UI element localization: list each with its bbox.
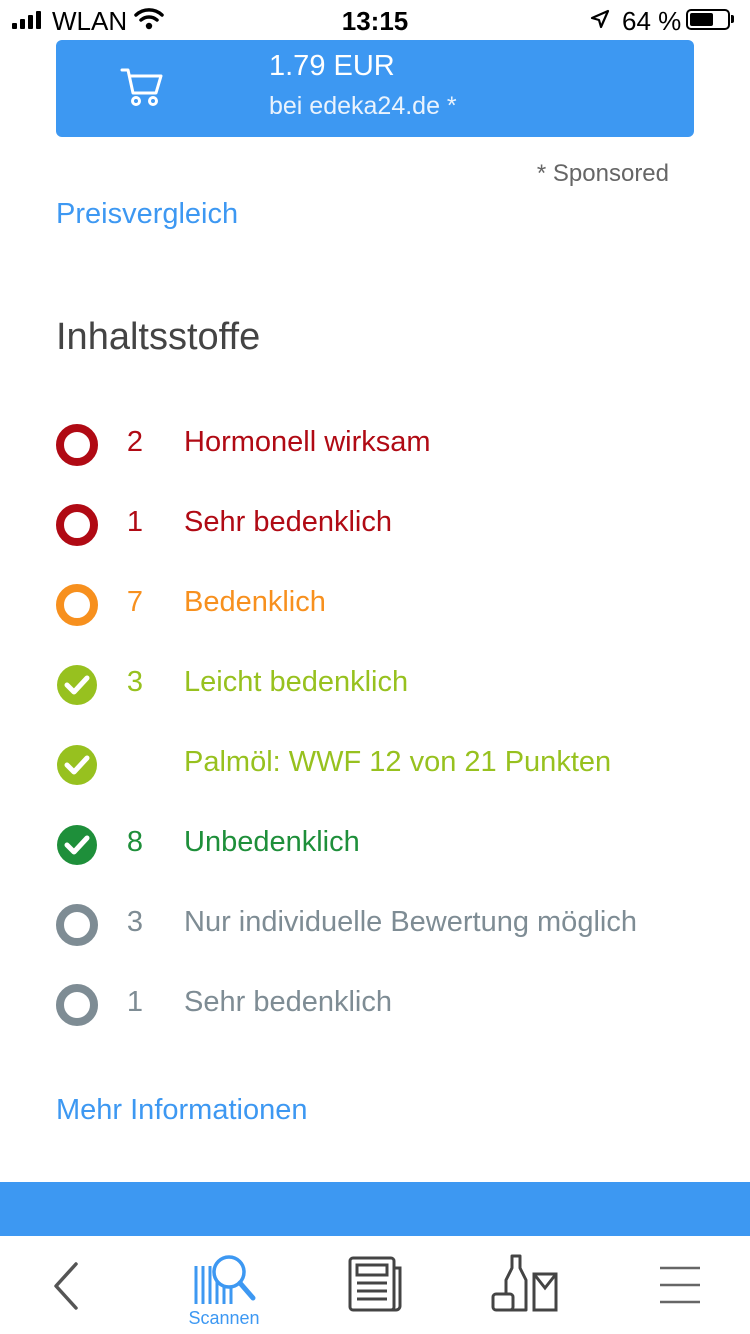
ingredient-label: Sehr bedenklich	[184, 986, 392, 1018]
buy-online-button[interactable]: 1.79 EUR bei edeka24.de *	[56, 40, 694, 137]
tab-news[interactable]	[334, 1236, 414, 1334]
tab-products[interactable]	[480, 1236, 570, 1334]
menu-icon	[660, 1266, 700, 1304]
ingredient-row[interactable]: 1 Sehr bedenklich	[0, 984, 750, 1064]
ingredient-count: 7	[126, 586, 144, 618]
ingredient-label: Palmöl: WWF 12 von 21 Punkten	[184, 746, 612, 778]
ingredient-row[interactable]: 2 Hormonell wirksam	[0, 424, 750, 504]
ingredients-title: Inhaltsstoffe	[56, 316, 261, 358]
ingredient-count: 3	[126, 666, 144, 698]
tab-menu[interactable]	[640, 1236, 720, 1334]
ingredient-row[interactable]: 1 Sehr bedenklich	[0, 504, 750, 584]
ingredient-label: Sehr bedenklich	[184, 506, 392, 538]
battery-icon	[686, 9, 730, 30]
tab-scan-label: Scannen	[188, 1308, 260, 1328]
light-green-check-icon	[56, 664, 98, 706]
price-compare-link[interactable]: Preisvergleich	[56, 198, 238, 231]
ingredient-label: Nur individuelle Bewertung möglich	[184, 906, 637, 938]
tab-scan[interactable]: Scannen	[174, 1236, 274, 1334]
ingredient-row[interactable]: 3 Nur individuelle Bewertung möglich	[0, 904, 750, 984]
light-green-check-icon	[56, 744, 98, 786]
tab-back[interactable]	[30, 1236, 100, 1334]
red-ring-icon	[56, 504, 98, 546]
ingredient-count: 1	[126, 986, 144, 1018]
location-arrow-icon	[590, 9, 610, 29]
back-chevron-icon	[54, 1262, 78, 1310]
cart-icon	[120, 68, 163, 106]
ingredient-label: Hormonell wirksam	[184, 426, 431, 458]
grey-ring-icon	[56, 904, 98, 946]
ingredient-row[interactable]: 7 Bedenklich	[0, 584, 750, 664]
buy-shop: bei edeka24.de *	[269, 92, 457, 120]
blue-banner	[0, 1182, 750, 1236]
ingredient-row[interactable]: Palmöl: WWF 12 von 21 Punkten	[0, 744, 750, 824]
products-icon	[491, 1254, 558, 1312]
battery-tip	[731, 15, 734, 23]
newspaper-icon	[348, 1256, 402, 1312]
ingredient-count: 3	[126, 906, 144, 938]
grey-ring-icon	[56, 984, 98, 1026]
dark-green-check-icon	[56, 824, 98, 866]
ingredient-count: 8	[126, 826, 144, 858]
ingredient-row[interactable]: 3 Leicht bedenklich	[0, 664, 750, 744]
battery-percent: 64 %	[622, 6, 682, 36]
more-info-link[interactable]: Mehr Informationen	[56, 1094, 307, 1127]
ingredient-count: 1	[126, 506, 144, 538]
status-bar: WLAN 13:15 64 %	[0, 0, 750, 40]
ingredient-row[interactable]: 8 Unbedenklich	[0, 824, 750, 904]
tab-bar: Scannen	[0, 1236, 750, 1334]
orange-ring-icon	[56, 584, 98, 626]
barcode-search-icon	[194, 1255, 256, 1304]
ingredient-label: Unbedenklich	[184, 826, 360, 858]
sponsored-note: * Sponsored	[536, 160, 669, 187]
buy-price: 1.79 EUR	[269, 50, 395, 82]
ingredient-label: Leicht bedenklich	[184, 666, 409, 698]
ingredient-label: Bedenklich	[184, 586, 326, 618]
ingredient-count: 2	[126, 426, 144, 458]
red-ring-icon	[56, 424, 98, 466]
